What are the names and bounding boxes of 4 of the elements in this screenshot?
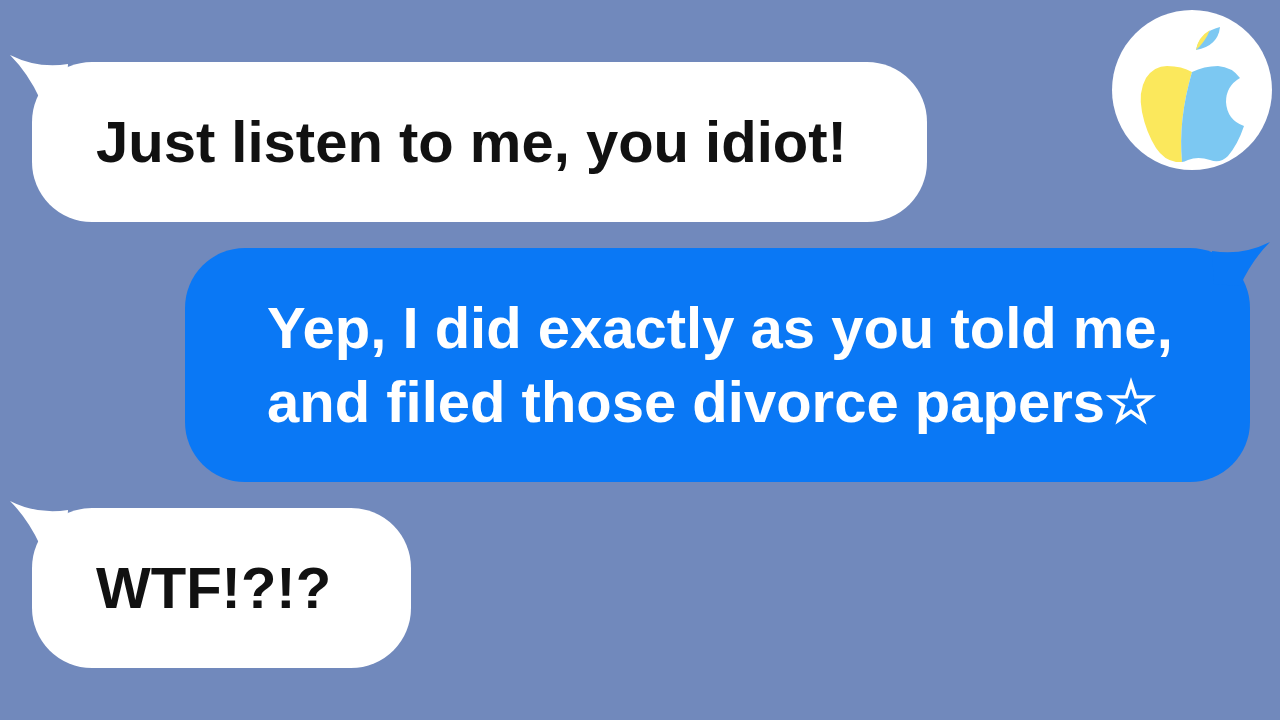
message-text: WTF!?!? <box>96 554 332 622</box>
message-text: Just listen to me, you idiot! <box>96 108 847 176</box>
apple-avatar-icon <box>1112 10 1272 170</box>
message-text: Yep, I did exactly as you told me, and filed those divorce papers☆ <box>267 294 1174 436</box>
